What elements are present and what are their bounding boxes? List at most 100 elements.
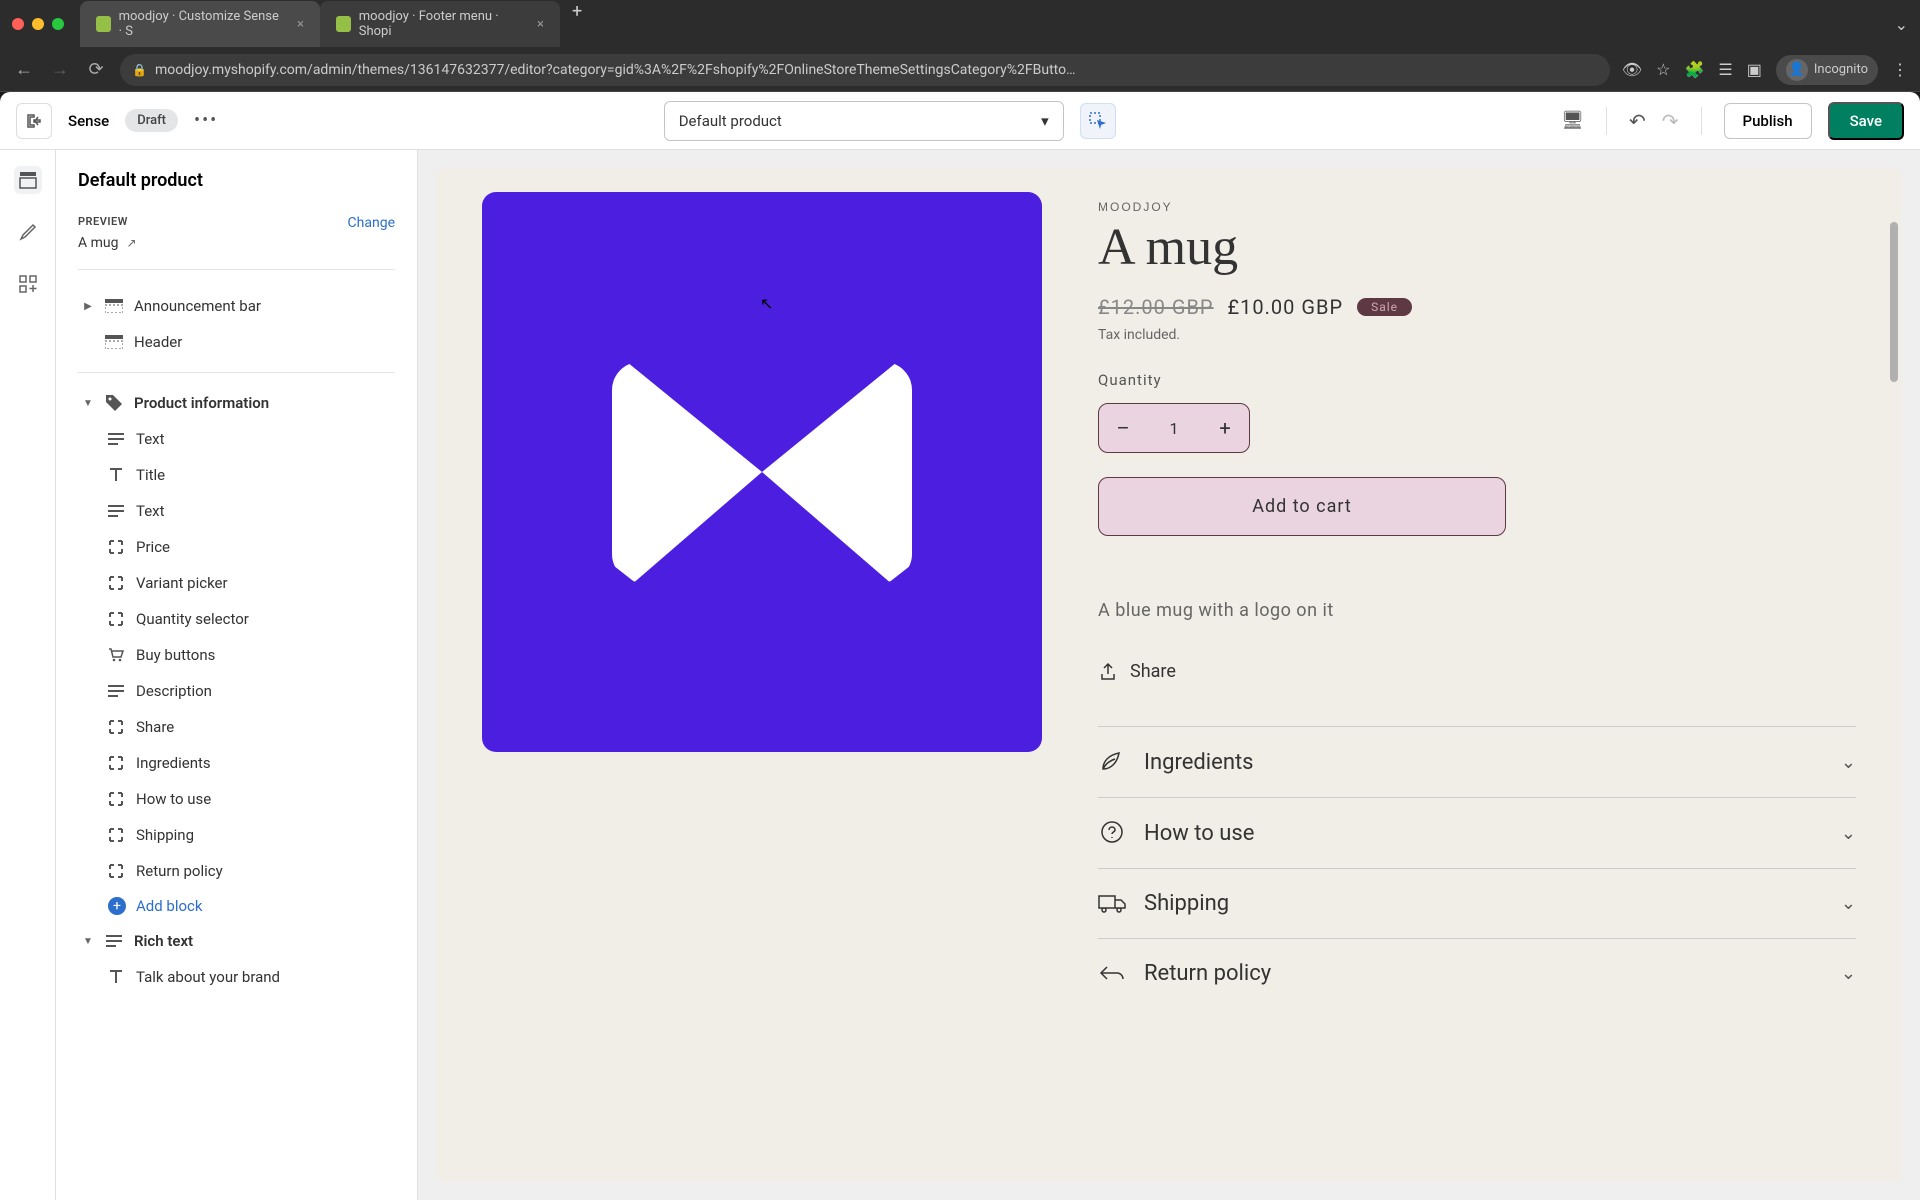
block-description[interactable]: Description	[78, 673, 395, 709]
inspector-button[interactable]	[1080, 103, 1116, 139]
block-quantity-selector[interactable]: Quantity selector	[78, 601, 395, 637]
sections-tree: ▶ Announcement bar Header ▼ Product info…	[78, 288, 395, 995]
section-icon	[104, 332, 124, 352]
eye-off-icon[interactable]: 👁	[1622, 60, 1642, 79]
section-rich-text[interactable]: ▼ Rich text	[78, 923, 395, 959]
block-buy-buttons[interactable]: Buy buttons	[78, 637, 395, 673]
block-ingredients[interactable]: Ingredients	[78, 745, 395, 781]
editor-body: Default product PREVIEW A mug ↗ Change ▶…	[0, 150, 1920, 1200]
apps-rail-icon[interactable]	[14, 270, 42, 298]
accordion-ingredients[interactable]: Ingredients ⌄	[1098, 727, 1856, 798]
section-product-information[interactable]: ▼ Product information	[78, 385, 395, 421]
share-icon	[1098, 662, 1118, 682]
template-selector[interactable]: Default product ▾	[664, 101, 1064, 141]
block-price[interactable]: Price	[78, 529, 395, 565]
url-text: moodjoy.myshopify.com/admin/themes/13614…	[155, 62, 1076, 78]
address-bar[interactable]: 🔒 moodjoy.myshopify.com/admin/themes/136…	[120, 54, 1610, 86]
block-share[interactable]: Share	[78, 709, 395, 745]
type-icon	[106, 465, 126, 485]
exit-editor-button[interactable]	[16, 103, 52, 139]
more-menu-button[interactable]: •••	[194, 110, 218, 131]
tax-text: Tax included.	[1098, 327, 1856, 343]
redo-button[interactable]: ↷	[1662, 109, 1679, 133]
block-variant-picker[interactable]: Variant picker	[78, 565, 395, 601]
incognito-badge[interactable]: 👤 Incognito	[1776, 55, 1878, 85]
block-label: Ingredients	[136, 754, 211, 772]
window-minimize[interactable]	[32, 18, 44, 30]
accordion-how-to-use[interactable]: How to use ⌄	[1098, 798, 1856, 869]
disclosure-down-icon[interactable]: ▼	[82, 398, 94, 409]
section-label: Rich text	[134, 932, 193, 950]
type-icon	[106, 967, 126, 987]
quantity-minus-button[interactable]: –	[1099, 404, 1147, 452]
block-title[interactable]: Title	[78, 457, 395, 493]
sections-panel: Default product PREVIEW A mug ↗ Change ▶…	[56, 150, 418, 1200]
block-return-policy[interactable]: Return policy	[78, 853, 395, 889]
block-text[interactable]: Text	[78, 493, 395, 529]
frame-icon	[106, 717, 126, 737]
share-button[interactable]: Share	[1098, 661, 1856, 682]
tab-close-icon[interactable]: ×	[537, 17, 544, 32]
section-announcement-bar[interactable]: ▶ Announcement bar	[78, 288, 395, 324]
disclosure-down-icon[interactable]: ▼	[82, 936, 94, 947]
external-link-icon[interactable]: ↗	[126, 236, 136, 250]
chat-question-icon	[1098, 820, 1126, 846]
block-label: Title	[136, 466, 165, 484]
text-lines-icon	[106, 429, 126, 449]
product-accordion: Ingredients ⌄ How to use ⌄	[1098, 726, 1856, 1008]
section-header[interactable]: Header	[78, 324, 395, 360]
block-label: Price	[136, 538, 170, 556]
editor-topbar: Sense Draft ••• Default product ▾ 🖥 ↶ ↷ …	[0, 92, 1920, 150]
accordion-label: Ingredients	[1144, 750, 1254, 775]
preview-canvas[interactable]: ↖ MOODJOY A mug £12.00 GBP £10.00 GBP Sa…	[436, 168, 1902, 1182]
block-shipping[interactable]: Shipping	[78, 817, 395, 853]
reload-button[interactable]: ⟳	[84, 59, 108, 80]
lock-icon: 🔒	[132, 63, 147, 77]
price-row: £12.00 GBP £10.00 GBP Sale	[1098, 295, 1856, 319]
window-maximize[interactable]	[52, 18, 64, 30]
add-to-cart-button[interactable]: Add to cart	[1098, 477, 1506, 536]
product-vendor: MOODJOY	[1098, 200, 1856, 214]
frame-icon	[106, 861, 126, 881]
menu-icon[interactable]: ⋮	[1892, 60, 1908, 79]
disclosure-right-icon[interactable]: ▶	[82, 301, 94, 312]
publish-button[interactable]: Publish	[1724, 103, 1812, 139]
change-preview-link[interactable]: Change	[348, 215, 395, 231]
add-block-label: Add block	[136, 897, 203, 915]
save-button[interactable]: Save	[1828, 102, 1904, 140]
chevron-down-icon[interactable]: ⌄	[1895, 15, 1908, 34]
window-close[interactable]	[12, 18, 24, 30]
undo-button[interactable]: ↶	[1629, 109, 1646, 133]
desktop-view-button[interactable]: 🖥	[1561, 110, 1584, 131]
cursor-icon: ↖	[760, 294, 773, 313]
exit-icon	[26, 113, 42, 129]
browser-tab[interactable]: moodjoy · Footer menu · Shopi ×	[320, 1, 560, 47]
quantity-plus-button[interactable]: +	[1201, 404, 1249, 452]
star-icon[interactable]: ☆	[1656, 60, 1670, 79]
add-block-button[interactable]: + Add block	[78, 889, 395, 923]
side-panel-icon[interactable]: ▣	[1747, 60, 1762, 79]
product-price: £10.00 GBP	[1228, 295, 1344, 319]
tab-title: moodjoy · Customize Sense · S	[119, 9, 281, 39]
accordion-return-policy[interactable]: Return policy ⌄	[1098, 939, 1856, 1008]
preview-label: PREVIEW	[78, 215, 137, 228]
extensions-icon[interactable]: 🧩	[1684, 60, 1704, 79]
block-talk-about-brand[interactable]: Talk about your brand	[78, 959, 395, 995]
quantity-value: 1	[1147, 419, 1201, 438]
scrollbar-thumb[interactable]	[1890, 222, 1898, 382]
tab-close-icon[interactable]: ×	[297, 17, 304, 32]
block-text[interactable]: Text	[78, 421, 395, 457]
frame-icon	[106, 753, 126, 773]
theme-name: Sense	[68, 112, 109, 130]
draft-badge: Draft	[125, 109, 178, 132]
block-how-to-use[interactable]: How to use	[78, 781, 395, 817]
sections-rail-icon[interactable]	[14, 166, 42, 194]
reading-list-icon[interactable]: ☰	[1718, 60, 1732, 79]
forward-button[interactable]: →	[48, 59, 72, 80]
new-tab-button[interactable]: +	[560, 1, 594, 47]
browser-tab-active[interactable]: moodjoy · Customize Sense · S ×	[80, 1, 320, 47]
accordion-shipping[interactable]: Shipping ⌄	[1098, 869, 1856, 939]
product-image[interactable]: ↖	[482, 192, 1042, 752]
back-button[interactable]: ←	[12, 59, 36, 80]
theme-settings-rail-icon[interactable]	[14, 218, 42, 246]
